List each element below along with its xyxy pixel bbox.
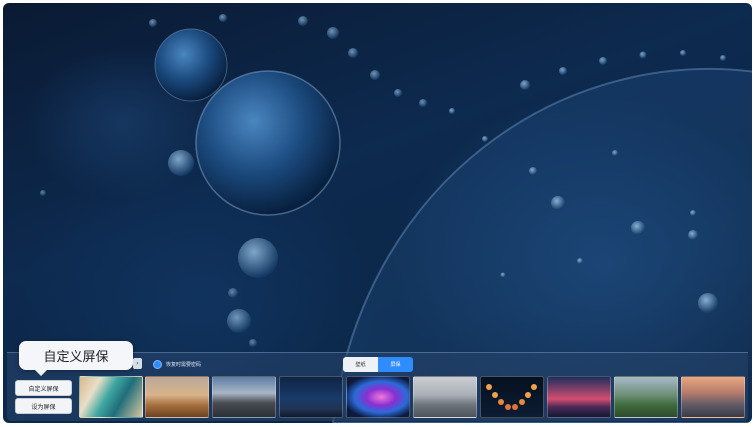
thumbnail-desert-dunes[interactable]	[145, 376, 209, 418]
password-checkbox-row[interactable]: 恢复时需要密码	[153, 358, 201, 370]
thumbnail-moon-phases[interactable]	[480, 376, 544, 418]
set-screensaver-button[interactable]: 设为屏保	[15, 398, 72, 414]
wallpaper-screensaver-toggle[interactable]: 壁纸 屏保	[343, 357, 413, 372]
chevron-right-icon[interactable]: ›	[133, 358, 142, 369]
thumbnail-sunset-sea[interactable]	[547, 376, 611, 418]
checkbox-icon[interactable]	[153, 359, 162, 369]
thumbnail-coast-aerial[interactable]	[79, 376, 143, 418]
thumbnail-yosemite-dusk[interactable]	[681, 376, 745, 418]
custom-screensaver-popover: 自定义屏保	[19, 341, 133, 376]
moon-phases-icon	[486, 384, 537, 410]
checkbox-label: 恢复时需要密码	[166, 361, 202, 368]
thumbnail-mountain-cabin[interactable]	[212, 376, 276, 418]
popover-title: 自定义屏保	[43, 350, 109, 365]
thumbnail-green-valley[interactable]	[614, 376, 678, 418]
thumbnail-foggy-sea[interactable]	[413, 376, 477, 418]
thumbnail-abstract-color[interactable]	[346, 376, 410, 418]
custom-screensaver-button[interactable]: 自定义屏保	[15, 380, 72, 396]
tab-wallpaper[interactable]: 壁纸	[343, 357, 378, 372]
thumbnail-night-sky[interactable]	[279, 376, 343, 418]
tab-screensaver[interactable]: 屏保	[378, 357, 413, 372]
